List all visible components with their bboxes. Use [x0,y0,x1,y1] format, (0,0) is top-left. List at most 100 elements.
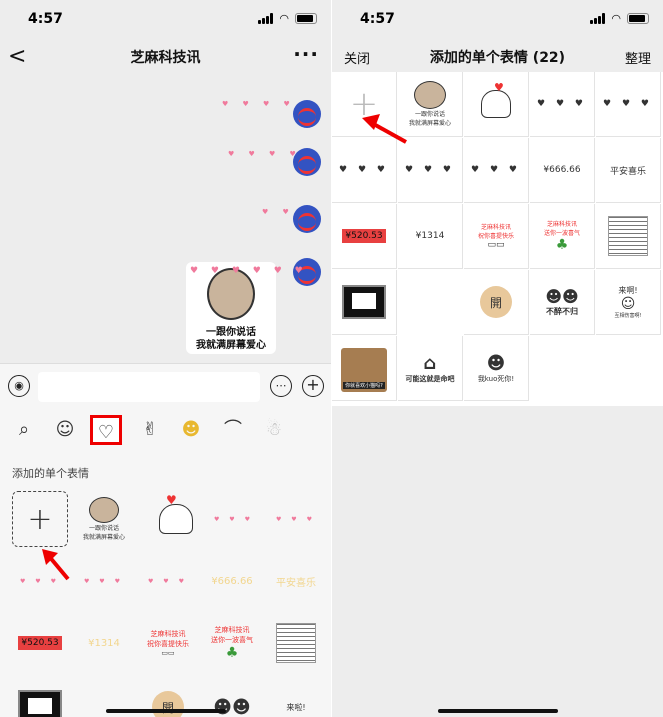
status-icons: ◠ [258,12,317,25]
red-arrow-annotation [42,549,70,581]
keyboard-icon[interactable]: ⋯ [270,375,292,397]
panda-face-image [414,81,446,109]
tree-icon: ♣ [225,645,239,661]
sticker-hearts[interactable]: ♥ ♥ ♥ [530,72,595,137]
sticker-bujiubugui[interactable]: ☻☻ 不醉不归 [530,270,595,335]
sticker-hearts[interactable]: ♥ ♥ ♥ [464,138,529,203]
gesture-icon[interactable]: ✌ [134,415,166,445]
smiley-icon[interactable]: ☺ [49,415,81,445]
sticker-zhima-2[interactable]: 芝麻科技讯 送你一波喜气 ♣ [530,204,595,269]
sticker-kuo[interactable]: ☻ 我kuo死你! [464,336,529,401]
sticker-hearts[interactable]: ♥ ♥ ♥ [332,138,397,203]
sticker-text: 我kuo死你! [477,374,515,383]
sticker-pack-icon[interactable]: ⌒ [217,415,249,445]
sticker-pingan[interactable]: 平安喜乐 [596,138,661,203]
sticker-ghost-heart[interactable]: ♥ [148,491,204,547]
sticker-hearts[interactable]: ♥ ♥ ♥ [268,491,324,547]
sofa-icon: ▭▭ [161,649,175,657]
sticker-chair[interactable]: ⌂ 可能这就是命吧 [398,336,463,401]
sticker-gold-666[interactable]: ¥666.66 [204,553,260,609]
message-input[interactable] [38,372,260,402]
sticker-zhima-1[interactable]: 芝麻科技讯 祝你喜提快乐 ▭▭ [464,204,529,269]
sticker-text: 来啊! [618,286,638,295]
manager-title: 添加的单个表情 (22) [429,50,566,66]
more-button[interactable]: ··· [293,42,319,66]
sticker-caption: 一跟你说话 [88,525,119,532]
sofa-icon: ▭▭ [487,240,505,250]
sticker-hearts[interactable]: ♥ ♥ ♥ [398,138,463,203]
sticker-price[interactable]: ¥520.53 [12,615,68,671]
organize-button[interactable]: 整理 [625,48,651,67]
sticker-text: ¥1314 [415,231,445,241]
search-icon[interactable]: ⌕ [8,415,40,445]
price-label: ¥520.53 [18,636,62,650]
avatar[interactable] [293,100,321,128]
heart-icon: ♥ [166,493,177,507]
panda-stick-icon: ☻ [486,352,506,374]
sticker-gold-1314[interactable]: ¥1314 [76,615,132,671]
sticker-price[interactable]: ¥520.53 [332,204,397,269]
voice-icon[interactable]: ◉ [8,375,30,397]
status-bar: 4:57 ◠ [332,0,663,38]
sticker-text: 芝麻科技讯 [150,630,186,638]
sticker-laile[interactable]: 来啦! [268,679,324,717]
hearts-sticker: ♥ ♥ [262,208,295,216]
sticker-table[interactable] [596,204,661,269]
sticker-gold-1314[interactable]: ¥1314 [398,204,463,269]
kai-badge: 開 [152,691,184,717]
sticker-screen[interactable] [332,270,397,335]
sticker-hearts[interactable]: ♥ ♥ ♥ [140,553,196,609]
battery-icon [627,13,649,24]
screen-image [18,690,62,717]
sticker-laile[interactable]: 来啊! ☺ 互相伤害啊! [596,270,661,335]
sticker-caption: 我就满屏幕爱心 [82,534,125,541]
screen-image [342,285,386,319]
sticker-text: 送你一波喜气 [543,230,580,237]
rabbit-icon[interactable]: ☃ [258,415,290,445]
battery-icon [295,13,317,24]
chat-panel: 4:57 ◠ < 芝麻科技讯 ··· ♥ ♥ ♥ ♥ ♥ ♥ ♥ ♥ ♥ ♥ ♥… [0,0,331,717]
sticker-kai[interactable]: 開 [464,270,529,335]
sticker-hearts[interactable]: ♥ ♥ ♥ [76,553,132,609]
signal-icon [258,13,274,24]
sticker-gold-666[interactable]: ¥666.66 [530,138,595,203]
add-icon[interactable]: + [302,375,324,397]
sticker-panda[interactable]: 一跟你说话 我就满屏幕爱心 [76,491,132,547]
sticker-text: ¥666.66 [543,165,581,175]
sticker-grid: + 一跟你说话 我就满屏幕爱心 ♥ ♥ ♥ ♥ ♥ ♥ ♥ ♥ ♥ ♥ ♥ ♥ … [332,72,663,406]
sticker-text: 祝你喜提快乐 [477,233,514,240]
home-indicator [105,709,226,713]
heart-tab-icon[interactable]: ♡ [90,415,122,445]
input-bar: ◉ ⋯ + [0,363,331,407]
table-image [608,216,648,256]
add-sticker-button[interactable]: + [12,491,68,547]
sticker-zhima-2[interactable]: 芝麻科技讯 送你一波喜气 ♣ [204,615,260,671]
sticker-text: 不醉不归 [546,307,578,316]
sticker-screen[interactable] [12,679,68,717]
emoji-face-icon[interactable]: ☻ [175,415,207,445]
panda-sticker-message[interactable]: ♥ ♥ ♥ ♥ ♥ ♥ 一跟你说话 我就满屏幕爱心 [186,262,303,354]
people-icon: ☻☻ [545,287,579,306]
panda-face-image [89,497,119,523]
sticker-text: 芝麻科技讯 [480,224,511,231]
sticker-hearts[interactable]: ♥ ♥ ♥ [596,72,661,137]
sticker-ghost-heart[interactable]: ♥ [464,72,529,137]
sticker-text: 可能这就是命吧 [405,374,455,383]
sticker-hearts[interactable]: ♥ ♥ ♥ [206,491,262,547]
sticker-text: 芝麻科技讯 [214,626,250,634]
sticker-table[interactable] [268,615,324,671]
section-label: 添加的单个表情 [12,467,89,480]
sticker-pingan[interactable]: 平安喜乐 [268,553,324,609]
sticker-text: 你就喜欢小猫吗? [343,381,385,389]
wifi-icon: ◠ [279,12,289,25]
chat-navbar: < 芝麻科技讯 ··· [0,38,331,76]
sticker-text: 互相伤害啊! [614,313,642,319]
price-label: ¥520.53 [342,229,386,243]
sticker-caption: 一跟你说话 [414,111,445,118]
sticker-zhima-1[interactable]: 芝麻科技讯 祝你喜提快乐 ▭▭ [140,615,196,671]
sticker-cat[interactable]: 你就喜欢小猫吗? [332,336,397,401]
emoji-tab-bar: ⌕ ☺ ♡ ✌ ☻ ⌒ ☃ [0,407,331,453]
kai-badge: 開 [480,286,512,318]
avatar[interactable] [293,205,321,233]
hearts-decoration: ♥ ♥ ♥ ♥ ♥ ♥ [190,266,308,276]
